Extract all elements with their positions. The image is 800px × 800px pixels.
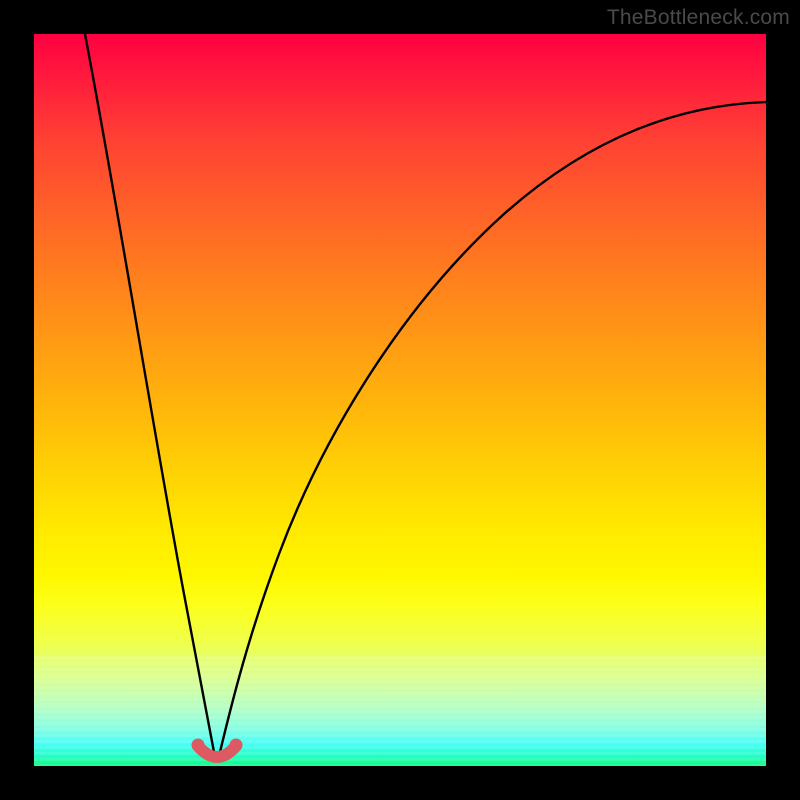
bottleneck-curve-left <box>84 34 214 752</box>
plot-area <box>34 34 766 766</box>
highlight-dot-left <box>192 739 205 752</box>
curve-layer <box>34 34 766 766</box>
bottleneck-curve-right <box>220 102 766 752</box>
watermark: TheBottleneck.com <box>607 6 790 30</box>
chart-frame: TheBottleneck.com <box>0 0 800 800</box>
highlight-dot-right <box>230 739 243 752</box>
